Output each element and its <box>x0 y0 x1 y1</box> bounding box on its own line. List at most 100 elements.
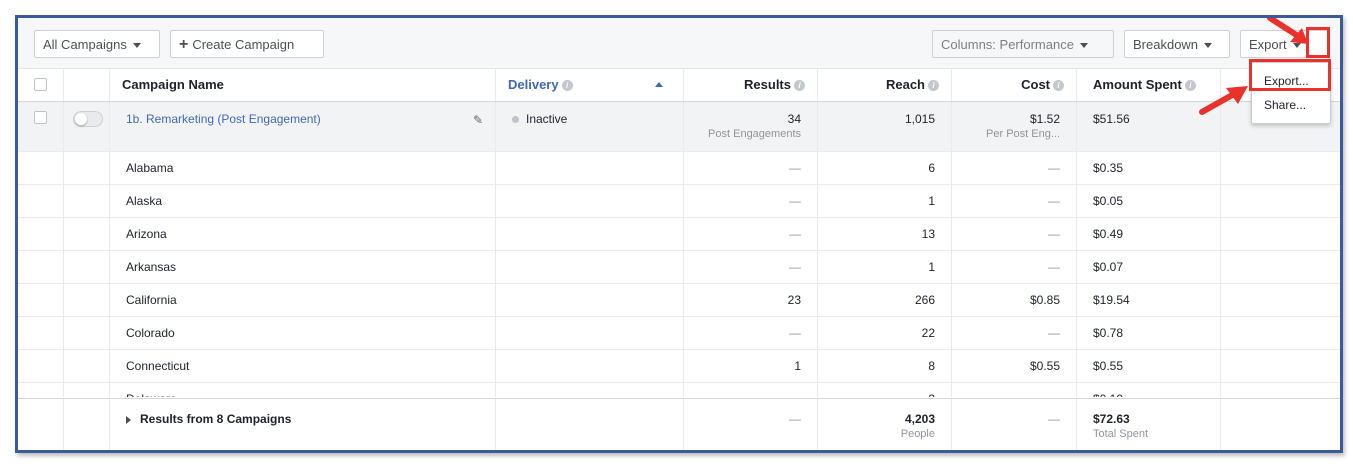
row-select-cell <box>18 317 64 349</box>
row-cost: — <box>1048 227 1060 241</box>
column-header-results[interactable]: Results i <box>684 69 818 101</box>
row-name: Arizona <box>126 227 167 241</box>
row-name: Connecticut <box>126 359 190 373</box>
row-name-cell: Alabama <box>110 152 496 184</box>
breakdown-label: Breakdown <box>1133 37 1199 52</box>
footer-reach-unit: People <box>900 428 935 440</box>
row-name: Colorado <box>126 326 175 340</box>
table-row[interactable]: Alaska — 1 — $0.05 <box>18 185 1340 218</box>
row-cost-cell: $0.55 <box>952 350 1077 382</box>
row-extra-cell <box>1221 185 1340 217</box>
row-reach-cell: 22 <box>818 317 952 349</box>
row-select-cell <box>18 218 64 250</box>
annotation-arrow-icon <box>1199 86 1248 115</box>
row-name-cell: Arkansas <box>110 251 496 283</box>
row-reach-cell: 1 <box>818 185 952 217</box>
toggle-cell <box>64 152 110 184</box>
campaign-name-link[interactable]: 1b. Remarketing (Post Engagement) <box>126 112 321 126</box>
toggle-cell <box>64 350 110 382</box>
info-icon[interactable]: i <box>1053 80 1064 92</box>
campaign-reach: 1,015 <box>904 112 935 126</box>
campaign-cost-type: Per Post Eng... <box>986 128 1060 140</box>
table-row[interactable]: Arkansas — 1 — $0.07 <box>18 251 1340 284</box>
row-cost: — <box>1048 161 1060 175</box>
table-row[interactable]: California 23 266 $0.85 $19.54 <box>18 284 1340 317</box>
toggle-cell <box>64 317 110 349</box>
row-select-cell <box>18 350 64 382</box>
row-amount-spent: $0.10 <box>1093 392 1123 397</box>
campaign-name-cell: 1b. Remarketing (Post Engagement) ✎ <box>110 102 496 151</box>
info-icon[interactable]: i <box>794 80 805 92</box>
footer-blank <box>64 399 110 450</box>
row-amount-spent: $0.07 <box>1093 260 1124 274</box>
table-body: 1b. Remarketing (Post Engagement) ✎ Inac… <box>18 102 1340 397</box>
footer-summary[interactable]: Results from 8 Campaigns <box>110 399 496 450</box>
row-results-cell: — <box>684 218 818 250</box>
info-icon[interactable]: i <box>928 80 939 92</box>
row-name: California <box>126 293 177 307</box>
sort-ascending-icon <box>655 82 663 87</box>
row-cost-cell <box>952 383 1077 397</box>
column-header-cost[interactable]: Cost i <box>952 69 1077 101</box>
row-results: — <box>789 161 801 175</box>
row-name: Delaware <box>126 392 177 397</box>
create-campaign-button[interactable]: + Create Campaign <box>170 30 324 58</box>
column-header-delivery-label: Delivery <box>508 77 559 92</box>
column-header-reach-label: Reach <box>885 77 925 92</box>
row-delivery-cell <box>496 251 684 283</box>
column-header-reach[interactable]: Reach i <box>818 69 952 101</box>
row-delivery-cell <box>496 350 684 382</box>
row-results-cell: — <box>684 317 818 349</box>
export-menu-item-share[interactable]: Share... <box>1252 93 1330 117</box>
campaign-on-off-toggle[interactable] <box>73 111 103 127</box>
row-reach: 6 <box>928 161 935 175</box>
select-all-checkbox[interactable] <box>34 78 47 91</box>
row-extra-cell <box>1221 152 1340 184</box>
all-campaigns-label: All Campaigns <box>43 37 127 52</box>
row-reach-cell: 3 <box>818 383 952 397</box>
row-name-cell: Colorado <box>110 317 496 349</box>
campaign-row[interactable]: 1b. Remarketing (Post Engagement) ✎ Inac… <box>18 102 1340 152</box>
footer-results-value: — <box>789 412 801 426</box>
row-cost-cell: $0.85 <box>952 284 1077 316</box>
row-cost: — <box>1048 194 1060 208</box>
column-header-results-label: Results <box>744 77 791 92</box>
row-amount-spent-cell: $0.07 <box>1077 251 1221 283</box>
row-results-cell <box>684 383 818 397</box>
row-amount-spent-cell: $0.78 <box>1077 317 1221 349</box>
campaign-results-cell: 34 Post Engagements <box>684 102 818 151</box>
row-amount-spent-cell: $0.49 <box>1077 218 1221 250</box>
table-row[interactable]: Delaware 3 $0.10 <box>18 383 1340 397</box>
row-amount-spent: $0.05 <box>1093 194 1124 208</box>
row-reach-cell: 1 <box>818 251 952 283</box>
row-select-cell <box>18 284 64 316</box>
edit-icon[interactable]: ✎ <box>473 112 483 128</box>
toggle-cell <box>64 251 110 283</box>
annotation-arrow-icon <box>1267 18 1308 44</box>
row-name: Alaska <box>126 194 163 208</box>
columns-dropdown[interactable]: Columns: Performance <box>932 30 1114 58</box>
row-extra-cell <box>1221 218 1340 250</box>
column-header-delivery[interactable]: Delivery i <box>496 69 684 101</box>
row-results-cell: — <box>684 152 818 184</box>
row-name: Alabama <box>126 161 174 175</box>
row-checkbox[interactable] <box>34 111 47 124</box>
row-results: 23 <box>787 293 801 307</box>
row-results: — <box>789 260 801 274</box>
row-select-cell <box>18 102 64 151</box>
table-row[interactable]: Arizona — 13 — $0.49 <box>18 218 1340 251</box>
all-campaigns-dropdown[interactable]: All Campaigns <box>34 30 160 58</box>
info-icon[interactable]: i <box>1184 80 1196 92</box>
column-header-name[interactable]: Campaign Name <box>110 69 496 101</box>
status-dot-icon <box>512 116 519 124</box>
breakdown-dropdown[interactable]: Breakdown <box>1124 30 1230 58</box>
chevron-down-icon <box>1079 43 1088 49</box>
table-row[interactable]: Colorado — 22 — $0.78 <box>18 317 1340 350</box>
table-row[interactable]: Connecticut 1 8 $0.55 $0.55 <box>18 350 1340 383</box>
table-row[interactable]: Alabama — 6 — $0.35 <box>18 152 1340 185</box>
select-all-cell <box>18 69 64 101</box>
row-delivery-cell <box>496 185 684 217</box>
info-icon[interactable]: i <box>561 80 573 92</box>
footer-delivery <box>496 399 684 450</box>
row-results: — <box>789 326 801 340</box>
